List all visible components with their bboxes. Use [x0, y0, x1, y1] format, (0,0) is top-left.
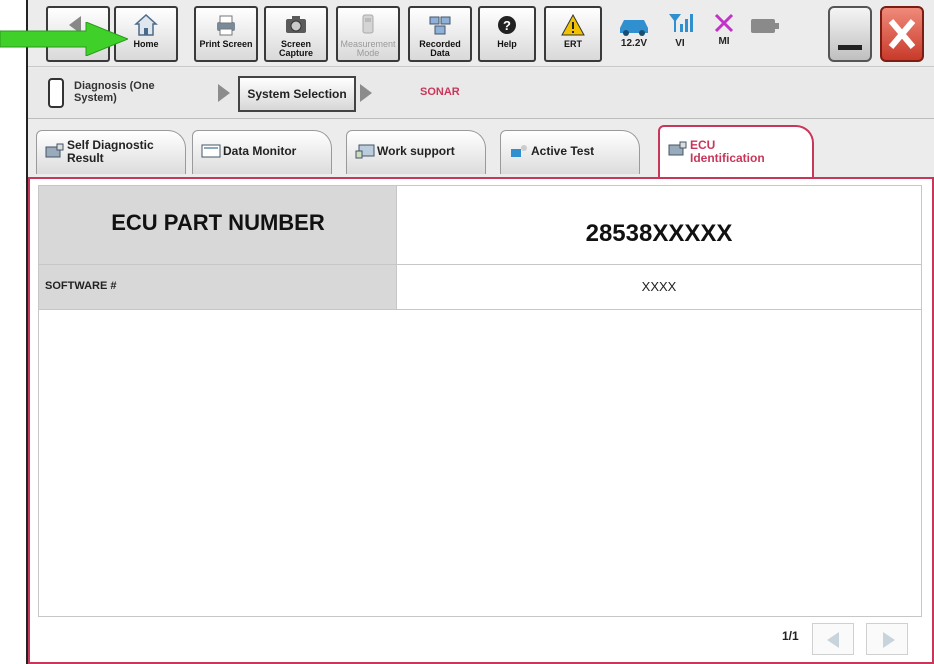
prev-page-button[interactable] [812, 623, 854, 655]
table-row: ECU PART NUMBER 28538XXXXX [39, 186, 921, 265]
ecu-identification-panel: ECU PART NUMBER 28538XXXXX SOFTWARE # XX… [28, 177, 934, 664]
pointer-arrow-icon [0, 22, 128, 56]
print-screen-button[interactable]: Print Screen [194, 6, 258, 62]
recorded-data-icon [429, 16, 451, 35]
page-indicator: 1/1 [782, 629, 799, 643]
signal-icon [669, 14, 693, 32]
vi-label: VI [675, 38, 685, 49]
breadcrumb-diagnosis[interactable]: Diagnosis (One System) [74, 80, 184, 104]
mi-status: MI [704, 6, 744, 62]
tab-work-support[interactable]: Work support [346, 130, 486, 174]
tab-ecu-identification[interactable]: ECU Identification [658, 125, 814, 177]
data-monitor-icon [201, 144, 221, 158]
minimize-button[interactable] [828, 6, 872, 62]
self-diagnostic-icon [45, 143, 64, 158]
battery-status: 12.2V [614, 6, 654, 62]
prev-arrow-icon [827, 632, 839, 648]
device-icon [48, 78, 64, 108]
breadcrumb-arrow-icon [218, 84, 230, 102]
ert-label: ERT [564, 39, 582, 49]
home-icon [134, 13, 158, 36]
software-label: SOFTWARE # [45, 280, 117, 292]
software-value-cell: XXXX [397, 265, 921, 309]
active-test-icon [511, 145, 527, 157]
breadcrumb: Diagnosis (One System) System Selection … [28, 68, 934, 119]
ert-button[interactable]: ERT [544, 6, 602, 62]
breadcrumb-arrow-icon [360, 84, 372, 102]
software-value: XXXX [641, 279, 677, 294]
close-button[interactable] [880, 6, 924, 62]
close-icon [888, 19, 916, 49]
tab-label: ECU Identification [690, 138, 765, 165]
next-arrow-icon [883, 632, 895, 648]
tab-active-test[interactable]: Active Test [500, 130, 640, 174]
minimize-icon [838, 45, 862, 50]
help-label: Help [497, 39, 517, 49]
battery-voltage: 12.2V [620, 38, 648, 49]
help-icon: ? [498, 16, 516, 34]
help-button[interactable]: ? Help [478, 6, 536, 62]
svg-text:?: ? [503, 18, 511, 33]
tab-label: Active Test [531, 144, 595, 158]
breadcrumb-sonar: SONAR [420, 86, 460, 98]
tab-self-diagnostic-result[interactable]: Self Diagnostic Result [36, 130, 186, 174]
part-number-value: 28538XXXXX [585, 220, 733, 247]
part-number-value-cell: 28538XXXXX [397, 186, 921, 264]
printer-icon [217, 15, 235, 36]
screen-capture-button[interactable]: Screen Capture [264, 6, 328, 62]
recorded-data-button[interactable]: Recorded Data [408, 6, 472, 62]
mi-disconnected-icon [714, 13, 734, 33]
tab-label: Self Diagnostic Result [67, 138, 154, 165]
tab-data-monitor[interactable]: Data Monitor [192, 130, 332, 174]
part-number-label: ECU PART NUMBER [111, 210, 325, 235]
app-window: Home Print Screen Screen Capture Measure… [26, 0, 934, 664]
mi-label: MI [718, 36, 730, 47]
tab-bar: Self Diagnostic Result Data Monitor Work… [28, 120, 934, 180]
tab-label: Data Monitor [223, 144, 297, 158]
camera-icon [286, 16, 306, 33]
next-page-button[interactable] [866, 623, 908, 655]
software-label-cell: SOFTWARE # [39, 265, 397, 309]
work-support-icon [355, 144, 375, 159]
pagination-bar: 1/1 [38, 617, 920, 659]
car-icon [620, 20, 648, 36]
measurement-mode-button[interactable]: Measurement Mode [336, 6, 400, 62]
table-row: SOFTWARE # XXXX [39, 265, 921, 310]
screen-capture-label: Screen Capture [278, 39, 313, 58]
toolbar: Home Print Screen Screen Capture Measure… [28, 0, 934, 67]
vi-status: VI [660, 6, 700, 62]
measurement-icon [362, 14, 374, 34]
battery-icon [751, 19, 779, 33]
ecu-identification-icon [668, 141, 687, 156]
part-number-label-cell: ECU PART NUMBER [39, 186, 397, 264]
recorded-data-label: Recorded Data [419, 39, 461, 58]
ecu-table: ECU PART NUMBER 28538XXXXX SOFTWARE # XX… [38, 185, 922, 617]
measurement-mode-label: Measurement Mode [340, 39, 396, 58]
system-selection-button[interactable]: System Selection [238, 76, 356, 112]
print-screen-label: Print Screen [199, 39, 253, 49]
warning-icon [561, 13, 585, 36]
tab-label: Work support [377, 144, 455, 158]
